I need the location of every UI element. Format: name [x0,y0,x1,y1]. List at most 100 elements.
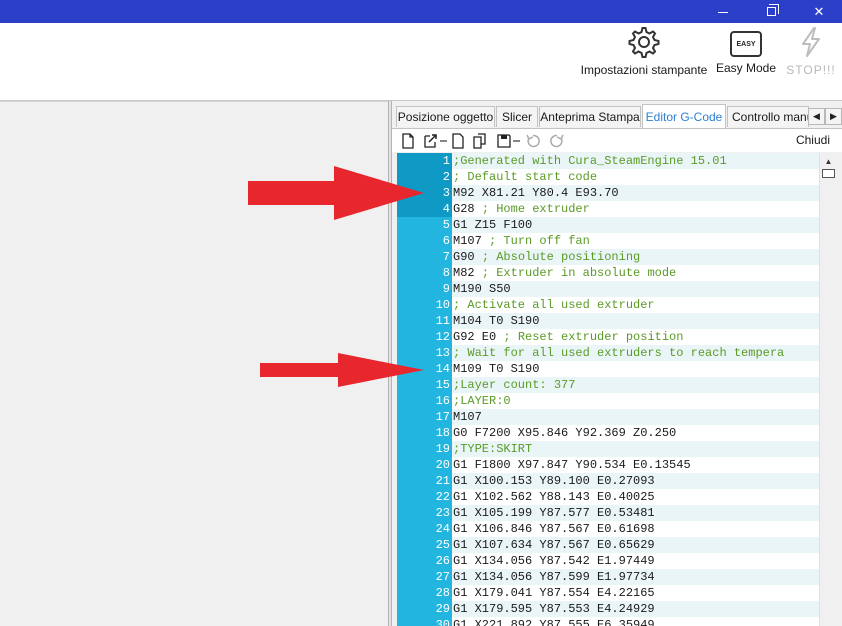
app-window: ✕ Impostazioni stampante EASY Easy Mode … [0,0,842,626]
tab-editor-gcode[interactable]: Editor G-Code [642,104,726,128]
line-number: 21 [397,473,452,489]
gcode-line[interactable]: 3 M92 X81.21 Y80.4 E93.70 [397,185,819,201]
line-number: 19 [397,441,452,457]
gcode-lines: 1 ;Generated with Cura_SteamEngine 15.01 2… [397,153,819,626]
line-code: G1 X100.153 Y89.100 E0.27093 [452,473,819,489]
gcode-line[interactable]: 25 G1 X107.634 Y87.567 E0.65629 [397,537,819,553]
gcode-line[interactable]: 21 G1 X100.153 Y89.100 E0.27093 [397,473,819,489]
line-number: 11 [397,313,452,329]
line-code: M107 [452,409,819,425]
title-bar: ✕ [0,0,842,23]
line-code: M107 ; Turn off fan [453,234,590,248]
line-code: ;Layer count: 377 [452,377,819,393]
line-number: 30 [397,617,452,626]
tab-scroll-right-icon[interactable]: ▶ [825,108,842,125]
gcode-line[interactable]: 20 G1 F1800 X97.847 Y90.534 E0.13545 [397,457,819,473]
tab-scroll-left-icon[interactable]: ◀ [808,108,825,125]
gcode-line[interactable]: 7 G90 ; Absolute positioning [397,249,819,265]
printer-settings-button[interactable]: Impostazioni stampante [578,25,710,77]
gcode-line[interactable]: 16 ;LAYER:0 [397,393,819,409]
tab-anteprima-stampa[interactable]: Anteprima Stampa [539,106,641,127]
line-code: G1 X134.056 Y87.599 E1.97734 [452,569,819,585]
redo-icon[interactable] [549,133,565,149]
line-code: G1 X179.595 Y87.553 E4.24929 [452,601,819,617]
line-code: G1 X179.041 Y87.554 E4.22165 [453,586,655,600]
restore-icon [766,4,779,16]
easy-mode-icon: EASY [730,31,762,57]
line-code: G0 F7200 X95.846 Y92.369 Z0.250 [453,426,677,440]
tab-slicer[interactable]: Slicer [496,106,538,127]
gcode-line[interactable]: 11 M104 T0 S190 [397,313,819,329]
gcode-line[interactable]: 26 G1 X134.056 Y87.542 E1.97449 [397,553,819,569]
minimize-button[interactable] [700,0,746,23]
gcode-line[interactable]: 28 G1 X179.041 Y87.554 E4.22165 [397,585,819,601]
gcode-line[interactable]: 2; Default start code [397,169,819,185]
line-code: M92 X81.21 Y80.4 E93.70 [452,185,819,201]
gcode-line[interactable]: 17 M107 [397,409,819,425]
line-code: G1 F1800 X97.847 Y90.534 E0.13545 [453,458,691,472]
gcode-line[interactable]: 6 M107 ; Turn off fan [397,233,819,249]
line-code: ;LAYER:0 [453,394,511,408]
export-icon[interactable] [422,133,438,149]
vertical-scrollbar[interactable]: ▲ [819,153,837,626]
line-code: G1 Z15 F100 [452,217,819,233]
easy-mode-button[interactable]: EASY Easy Mode [714,25,778,75]
gcode-line[interactable]: 9 M190 S50 [397,281,819,297]
restore-button[interactable] [748,0,794,23]
gcode-line[interactable]: 14 M109 T0 S190 [397,361,819,377]
red-arrow-icon-2 [260,353,424,387]
gcode-line[interactable]: 24 G1 X106.846 Y87.567 E0.61698 [397,521,819,537]
line-number: 20 [397,457,452,473]
gcode-line[interactable]: 4 G28 ; Home extruder [397,201,819,217]
undo-icon[interactable] [525,133,541,149]
scroll-thumb[interactable] [822,169,835,178]
lightning-icon [802,27,820,57]
new-file-icon[interactable] [400,133,416,149]
gcode-line[interactable]: 10; Activate all used extruder [397,297,819,313]
copy-icon[interactable] [472,133,488,149]
gcode-line[interactable]: 18 G0 F7200 X95.846 Y92.369 Z0.250 [397,425,819,441]
save-icon[interactable] [496,133,512,149]
line-number: 26 [397,553,452,569]
gcode-line[interactable]: 13; Wait for all used extruders to reach… [397,345,819,361]
line-code: M190 S50 [452,281,819,297]
tab-controllo-manuale[interactable]: Controllo manua [727,106,809,127]
line-code: G1 X134.056 Y87.542 E1.97449 [453,554,655,568]
gcode-line[interactable]: 12 G92 E0 ; Reset extruder position [397,329,819,345]
stop-label: STOP!!! [786,63,836,77]
gcode-line[interactable]: 27 G1 X134.056 Y87.599 E1.97734 [397,569,819,585]
line-code: G90 ; Absolute positioning [452,249,819,265]
tab-posizione-oggetto[interactable]: Posizione oggetto [396,106,495,127]
gcode-line[interactable]: 22 G1 X102.562 Y88.143 E0.40025 [397,489,819,505]
line-code: ; Activate all used extruder [453,298,655,312]
tab-scroll: ◀ ▶ [808,108,842,125]
red-arrow-icon [248,166,424,220]
page-icon[interactable] [450,133,466,149]
gcode-line[interactable]: 1 ;Generated with Cura_SteamEngine 15.01 [397,153,819,169]
main-toolbar: Impostazioni stampante EASY Easy Mode ST… [0,23,842,101]
gcode-line[interactable]: 23 G1 X105.199 Y87.577 E0.53481 [397,505,819,521]
gcode-line[interactable]: 5 G1 Z15 F100 [397,217,819,233]
gcode-line[interactable]: 30 G1 X221.892 Y87.555 E6.35949 [397,617,819,626]
line-number: 24 [397,521,452,537]
close-editor-link[interactable]: Chiudi [796,133,830,147]
line-number: 18 [397,425,452,441]
separator-icon-2 [513,140,520,142]
gcode-line[interactable]: 8 M82 ; Extruder in absolute mode [397,265,819,281]
line-code: G1 X102.562 Y88.143 E0.40025 [453,490,655,504]
gcode-line[interactable]: 15 ;Layer count: 377 [397,377,819,393]
line-code: G1 X107.634 Y87.567 E0.65629 [452,537,819,553]
line-number: 17 [397,409,452,425]
line-code: G1 X106.846 Y87.567 E0.61698 [453,522,655,536]
gcode-line[interactable]: 29 G1 X179.595 Y87.553 E4.24929 [397,601,819,617]
scroll-up-icon[interactable]: ▲ [820,153,837,169]
stop-button[interactable]: STOP!!! [784,25,838,77]
gcode-editor[interactable]: 1 ;Generated with Cura_SteamEngine 15.01 2… [397,153,837,626]
close-icon: ✕ [813,3,825,19]
tab-strip: Posizione oggetto Slicer Anteprima Stamp… [392,104,842,128]
close-button[interactable]: ✕ [796,0,842,23]
line-number: 7 [397,249,452,265]
line-number: 12 [397,329,452,345]
gcode-line[interactable]: 19 ;TYPE:SKIRT [397,441,819,457]
line-code: ;TYPE:SKIRT [452,441,819,457]
